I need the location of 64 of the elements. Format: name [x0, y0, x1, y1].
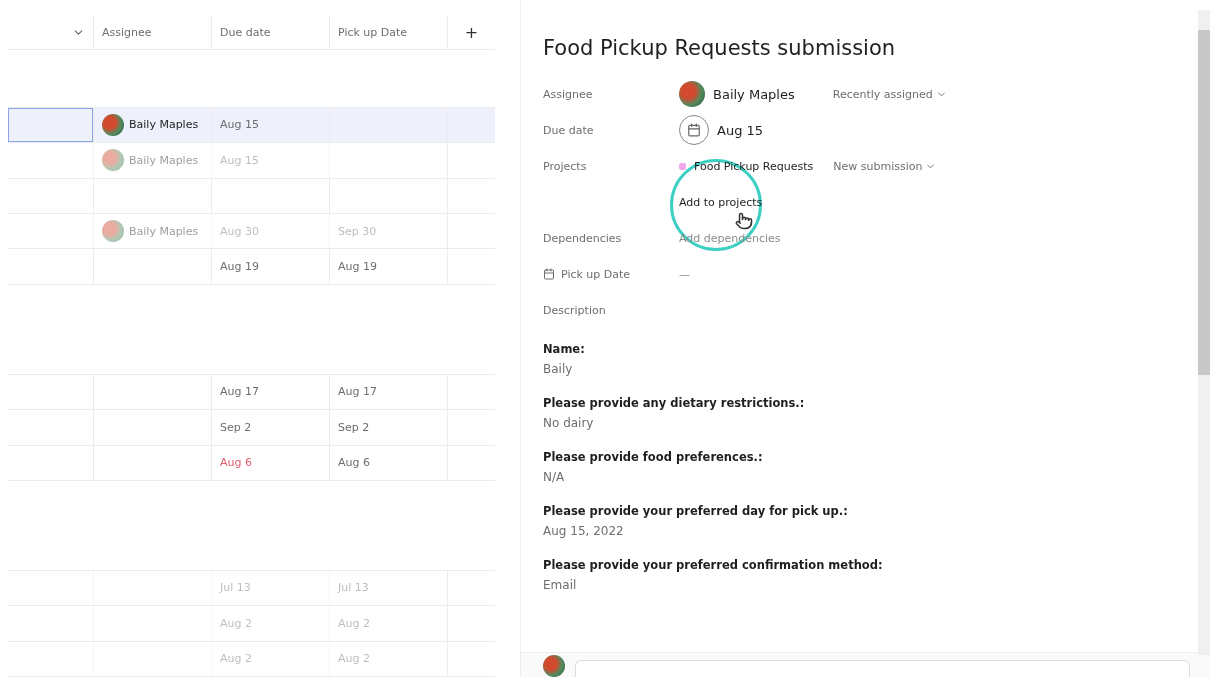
task-name-cell[interactable]: [8, 107, 93, 143]
pickup-date: Jul 13: [338, 581, 369, 595]
form-answer: Baily: [543, 362, 574, 376]
field-label: Assignee: [543, 87, 594, 101]
table-row[interactable]: Sep 2 Sep 2: [8, 410, 495, 446]
table-row[interactable]: Aug 17 Aug 17: [8, 374, 495, 411]
due-date: Sep 2: [220, 420, 252, 434]
table-row[interactable]: Baily Maples Aug 30 Sep 30: [8, 214, 495, 250]
due-date: Aug 17: [220, 385, 259, 399]
assignee-name: Baily Maples: [129, 224, 199, 238]
due-date: Aug 6: [220, 456, 252, 470]
field-label: Due date: [543, 123, 595, 137]
due-date: Aug 2: [220, 652, 252, 666]
section-dropdown[interactable]: New submission: [833, 159, 937, 173]
task-title[interactable]: Food Pickup Requests submission: [543, 36, 1190, 60]
table-row[interactable]: Aug 19 Aug 19: [8, 249, 495, 285]
assignee-name: Baily Maples: [129, 118, 199, 132]
form-question: Please provide your preferred day for pick up.:: [543, 504, 849, 518]
field-label: Description: [543, 303, 607, 317]
scrollbar[interactable]: [1198, 10, 1210, 655]
pickup-date: Sep 2: [338, 420, 370, 434]
due-date: Aug 15: [220, 118, 259, 132]
due-date: Aug 19: [220, 260, 259, 274]
pickup-date: Aug 6: [338, 456, 370, 470]
due-date: Jul 13: [220, 581, 251, 595]
column-header[interactable]: Pick up Date: [338, 25, 408, 39]
pickup-date: Sep 30: [338, 224, 377, 238]
form-answer: No dairy: [543, 416, 595, 430]
calendar-icon: [543, 268, 555, 280]
form-question: Please provide any dietary restrictions.:: [543, 396, 806, 410]
due-date: Aug 2: [220, 616, 252, 630]
table-row[interactable]: Baily Maples Aug 15: [8, 107, 495, 144]
avatar: [679, 81, 705, 107]
form-answer: N/A: [543, 470, 566, 484]
assignee-name[interactable]: Baily Maples: [713, 86, 795, 102]
pickup-date: Aug 17: [338, 385, 377, 399]
field-label: Projects: [543, 159, 588, 173]
column-header[interactable]: Due date: [220, 25, 271, 39]
avatar: [102, 220, 124, 243]
recently-assigned-dropdown[interactable]: Recently assigned: [832, 87, 947, 101]
form-question: Name:: [543, 342, 586, 356]
pickup-date: Aug 19: [338, 260, 377, 274]
pickup-date: Aug 2: [338, 616, 370, 630]
form-question: Please provide your preferred confirmation method:: [543, 558, 884, 572]
add-column-button[interactable]: +: [464, 22, 479, 42]
form-answer: Aug 15, 2022: [543, 524, 625, 538]
due-date: Aug 30: [220, 224, 259, 238]
field-label: Pick up Date: [543, 267, 679, 281]
avatar: [102, 113, 124, 136]
assignee-name: Baily Maples: [129, 153, 199, 167]
pickup-date-value[interactable]: —: [679, 267, 690, 281]
pickup-date: Aug 2: [338, 652, 370, 666]
table-row[interactable]: Baily Maples Aug 15: [8, 143, 495, 179]
table-row[interactable]: Aug 6 Aug 6: [8, 445, 495, 481]
hand-cursor-icon: [735, 212, 753, 230]
form-answer: Email: [543, 578, 578, 592]
avatar: [102, 149, 124, 172]
due-date: Aug 15: [220, 153, 259, 167]
column-header[interactable]: Assignee: [102, 25, 152, 39]
field-label: Dependencies: [543, 231, 623, 245]
comment-field[interactable]: [575, 660, 1190, 677]
due-date[interactable]: Aug 15: [717, 122, 764, 138]
form-question: Please provide food preferences.:: [543, 450, 764, 464]
avatar: [543, 655, 565, 677]
